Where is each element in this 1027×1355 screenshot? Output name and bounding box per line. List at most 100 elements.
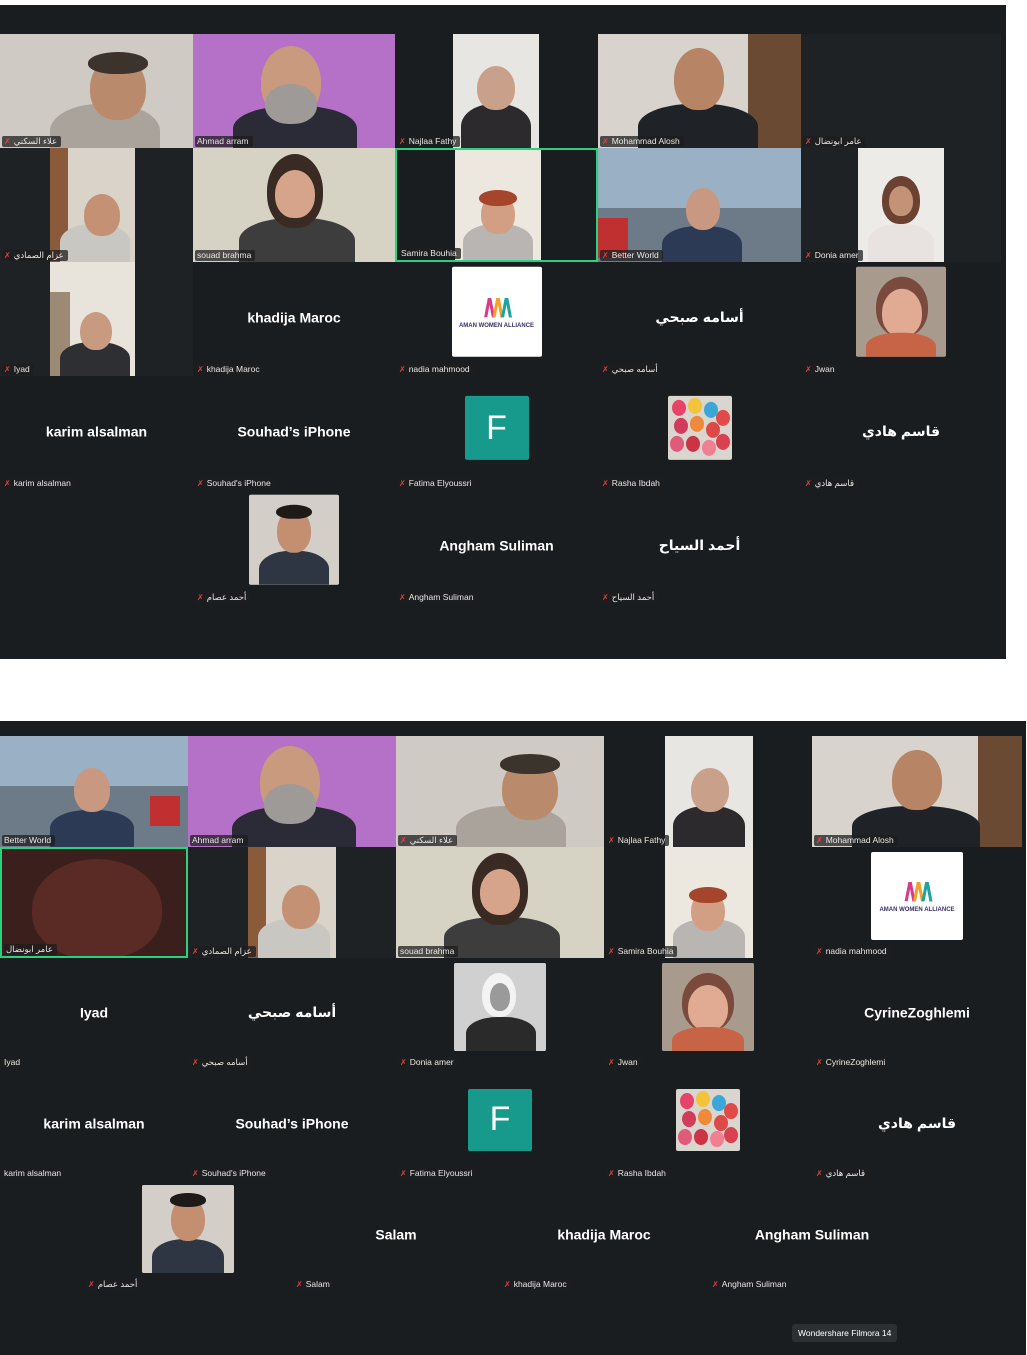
participant-name-label: ✗ Jwan [606,1057,642,1068]
participant-tile[interactable]: Iyad Iyad [0,958,188,1069]
participant-avatar [249,494,339,585]
participant-tile[interactable]: Better World [0,736,188,847]
participant-name-label: ✗ أحمد السياح [600,592,659,603]
participant-avatar [142,1184,234,1273]
participant-tile[interactable]: ✗ Jwan [801,262,1001,376]
participant-tile[interactable]: karim alsalman karim alsalman [0,1069,188,1180]
participant-tile[interactable]: ✗ علاء السكني [0,34,193,148]
participant-tile[interactable]: قاسم هادي ✗ قاسم هادي [812,1069,1022,1180]
participant-name-label: ✗ CyrineZoghlemi [814,1057,890,1068]
participant-tile[interactable]: ✗ عزام الصمادي [188,847,396,958]
participant-name-label: ✗ أحمد عصام [86,1279,142,1290]
participant-display-name: قاسم هادي [877,1114,957,1131]
participant-name-label: ✗ khadija Maroc [502,1279,571,1290]
participant-tile[interactable]: ✗ Jwan [604,958,812,1069]
participant-tile[interactable]: /\/\/\ AMAN WOMEN ALLIANCE ✗ nadia mahmoo… [812,847,1022,958]
participant-name-label: Better World [2,835,56,846]
participant-tile[interactable]: F ✗ Fatima Elyoussri [396,1069,604,1180]
participant-video [0,34,193,148]
muted-mic-icon: ✗ [608,836,615,845]
muted-mic-icon: ✗ [608,947,615,956]
participant-name-label: ✗ Mohammad Alosh [600,136,684,147]
participant-tile[interactable]: F ✗ Fatima Elyoussri [395,376,598,490]
muted-mic-icon: ✗ [399,365,406,374]
participant-tile-active-speaker[interactable]: Samira Bouhia [395,148,598,262]
participant-name-label: ✗ Souhad's iPhone [195,478,275,489]
participant-tile[interactable]: khadija Maroc ✗ khadija Maroc [500,1180,708,1291]
participant-avatar [454,962,546,1051]
participant-display-name: Salam [375,1225,417,1242]
participant-tile[interactable]: ✗ Rasha Ibdah [598,376,801,490]
participant-tile[interactable]: ✗ Better World [598,148,801,262]
participant-name-label: Ahmad arram [195,136,253,147]
muted-mic-icon: ✗ [805,479,812,488]
participant-tile[interactable]: /\/\/\ AMAN WOMEN ALLIANCE ✗ nadia mahmoo… [395,262,598,376]
muted-mic-icon: ✗ [805,251,812,260]
participant-avatar [662,962,754,1051]
muted-mic-icon: ✗ [192,947,199,956]
participant-tile[interactable]: قاسم هادي ✗ قاسم هادي [801,376,1001,490]
participant-tile[interactable]: ✗ Samira Bouhia [604,847,812,958]
participant-tile[interactable]: Ahmad arram [188,736,396,847]
participant-tile[interactable]: souad brahma [396,847,604,958]
participant-tile[interactable]: Souhad’s iPhone ✗ Souhad's iPhone [193,376,395,490]
participant-tile[interactable]: ✗ علاء السكني [396,736,604,847]
muted-mic-icon: ✗ [197,365,204,374]
participant-tile[interactable]: ✗ Iyad [0,262,193,376]
participant-tile[interactable]: Ahmad arram [193,34,395,148]
participant-name-label: ✗ nadia mahmood [397,364,474,375]
participant-tile[interactable]: CyrineZoghlemi ✗ CyrineZoghlemi [812,958,1022,1069]
participant-tile[interactable]: ✗ Najlaa Fathy [604,736,812,847]
participant-name-label: ✗ قاسم هادي [803,478,859,489]
muted-mic-icon: ✗ [608,1169,615,1178]
muted-mic-icon: ✗ [296,1280,303,1289]
participant-name-label: ✗ Iyad [2,364,34,375]
participant-tile-active-speaker[interactable]: عامر ابونضال [0,847,188,958]
participant-video [0,736,188,847]
participant-tile[interactable]: ✗ Mohammad Alosh [598,34,801,148]
muted-mic-icon: ✗ [192,1058,199,1067]
muted-mic-icon: ✗ [816,1058,823,1067]
participant-tile[interactable]: ✗ أحمد عصام [193,490,395,604]
participant-tile[interactable]: أسامه صبحي ✗ أسامه صبحي [188,958,396,1069]
muted-mic-icon: ✗ [602,137,609,146]
participant-name-label: ✗ علاء السكني [398,835,458,846]
participant-video [248,847,336,958]
muted-mic-icon: ✗ [504,1280,511,1289]
participant-tile[interactable]: أسامه صبحي ✗ أسامه صبحي [598,262,801,376]
participant-display-name: khadija Maroc [557,1225,651,1242]
participant-tile[interactable]: souad brahma [193,148,395,262]
participant-video [858,148,944,262]
participant-tile[interactable]: ✗ أحمد عصام [84,1180,292,1291]
participant-tile[interactable]: Salam ✗ Salam [292,1180,500,1291]
muted-mic-icon: ✗ [602,593,609,602]
muted-mic-icon: ✗ [400,1058,407,1067]
participant-tile[interactable]: ✗ عزام الصمادي [0,148,193,262]
participant-video [193,148,395,262]
participant-display-name: karim alsalman [45,423,148,440]
participant-tile[interactable]: ✗ Mohammad Alosh [812,736,1022,847]
participant-tile[interactable]: Angham Suliman ✗ Angham Suliman [708,1180,916,1291]
participant-tile[interactable]: karim alsalman ✗ karim alsalman [0,376,193,490]
participant-tile[interactable]: ✗ Donia amer [396,958,604,1069]
participant-tile[interactable]: ✗ عامر ابونضال [801,34,1001,148]
participant-name-label: ✗ Fatima Elyoussri [398,1168,477,1179]
participant-tile[interactable]: ✗ Rasha Ibdah [604,1069,812,1180]
participant-tile[interactable]: ✗ Donia amer [801,148,1001,262]
participant-name-label: ✗ Better World [600,250,663,261]
participant-name-label: ✗ علاء السكني [2,136,62,147]
muted-mic-icon: ✗ [602,365,609,374]
participant-video [598,148,801,262]
participant-tile[interactable]: أحمد السياح ✗ أحمد السياح [598,490,801,604]
participant-tile[interactable]: khadija Maroc ✗ khadija Maroc [193,262,395,376]
participant-display-name: Angham Suliman [439,537,554,554]
participant-video [598,34,801,148]
participant-tile[interactable]: Angham Suliman ✗ Angham Suliman [395,490,598,604]
participant-tile[interactable]: Souhad’s iPhone ✗ Souhad's iPhone [188,1069,396,1180]
balloons-avatar [667,395,732,460]
participant-name-label: souad brahma [195,250,256,261]
participant-tile[interactable]: ✗ Najlaa Fathy [395,34,598,148]
aman-women-alliance-logo: /\/\/\ AMAN WOMEN ALLIANCE [451,266,542,357]
participant-name-label: Ahmad arram [190,835,248,846]
muted-mic-icon: ✗ [816,836,823,845]
